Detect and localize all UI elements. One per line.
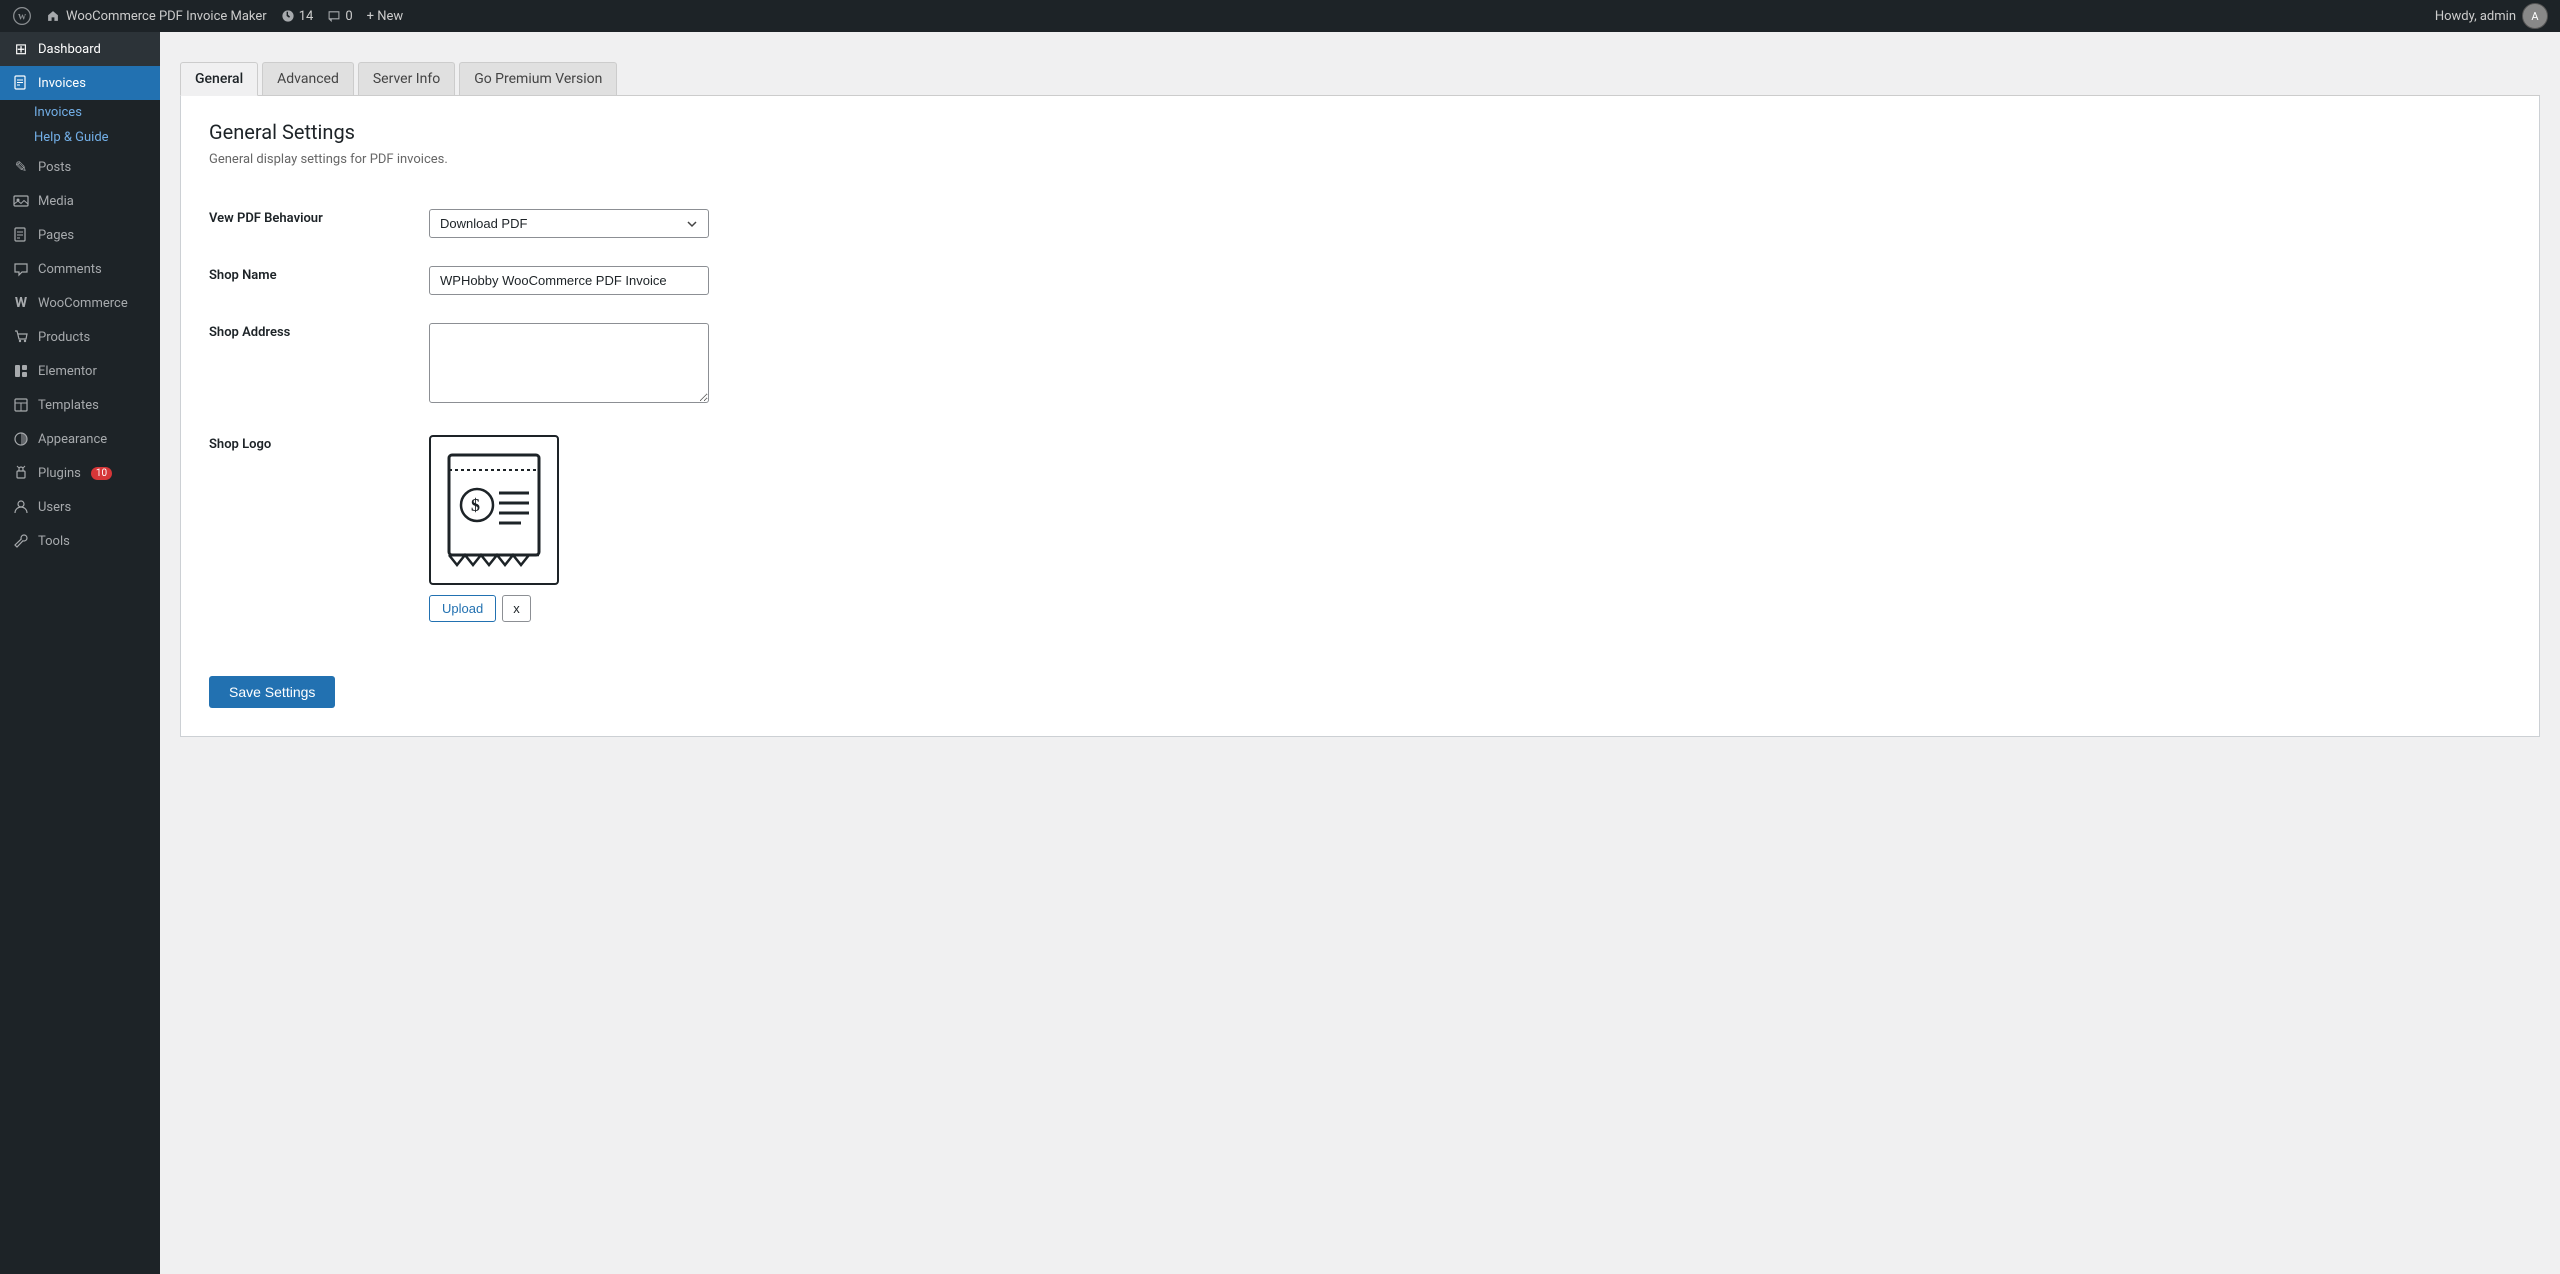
field-view-pdf: Vew PDF Behaviour Download PDFOpen in Br… (209, 195, 2511, 252)
sidebar-item-products[interactable]: Products (0, 320, 160, 354)
main-content: General Advanced Server Info Go Premium … (160, 32, 2560, 1274)
tab-go-premium[interactable]: Go Premium Version (459, 62, 617, 95)
shop-address-input[interactable] (429, 323, 709, 403)
sidebar-item-plugins[interactable]: Plugins 10 (0, 456, 160, 490)
sidebar-item-comments[interactable]: Comments (0, 252, 160, 286)
sidebar-subitem-help[interactable]: Help & Guide (0, 125, 160, 150)
save-section: Save Settings (209, 660, 2511, 712)
view-pdf-select[interactable]: Download PDFOpen in Browser (429, 209, 709, 238)
sidebar-item-templates[interactable]: Templates (0, 388, 160, 422)
logo-buttons: Upload x (429, 595, 2511, 622)
comments-counter[interactable]: 0 (327, 9, 352, 24)
tab-general[interactable]: General (180, 62, 258, 96)
users-icon (12, 498, 30, 516)
tab-server-info[interactable]: Server Info (358, 62, 455, 95)
settings-title: General Settings (209, 120, 2511, 144)
elementor-icon (12, 362, 30, 380)
site-name[interactable]: WooCommerce PDF Invoice Maker (46, 9, 267, 24)
field-shop-name: Shop Name (209, 252, 2511, 309)
plugins-badge: 10 (91, 467, 112, 480)
tools-icon (12, 532, 30, 550)
remove-logo-button[interactable]: x (502, 595, 531, 622)
upload-button[interactable]: Upload (429, 595, 496, 622)
save-settings-button[interactable]: Save Settings (209, 676, 335, 708)
sidebar-item-media[interactable]: Media (0, 184, 160, 218)
sidebar-item-pages[interactable]: Pages (0, 218, 160, 252)
shop-address-label: Shop Address (209, 309, 429, 421)
pages-icon (12, 226, 30, 244)
sidebar-item-users[interactable]: Users (0, 490, 160, 524)
view-pdf-label: Vew PDF Behaviour (209, 195, 429, 252)
admin-user-menu[interactable]: Howdy, admin A (2435, 3, 2548, 29)
admin-sidebar: ⊞ Dashboard Invoices Invoices Help & Gui… (0, 32, 160, 1274)
tab-advanced[interactable]: Advanced (262, 62, 354, 95)
sidebar-item-elementor[interactable]: Elementor (0, 354, 160, 388)
sidebar-item-dashboard[interactable]: ⊞ Dashboard (0, 32, 160, 66)
posts-icon: ✎ (12, 158, 30, 176)
updates-counter[interactable]: 14 (281, 9, 314, 24)
sidebar-item-invoices[interactable]: Invoices (0, 66, 160, 100)
shop-logo-label: Shop Logo (209, 421, 429, 636)
comments-icon (12, 260, 30, 278)
svg-text:$: $ (471, 495, 480, 515)
shop-name-input[interactable] (429, 266, 709, 295)
wp-logo[interactable]: W (12, 6, 32, 26)
settings-form: Vew PDF Behaviour Download PDFOpen in Br… (209, 195, 2511, 636)
field-shop-logo: Shop Logo (209, 421, 2511, 636)
dashboard-icon: ⊞ (12, 40, 30, 58)
shop-name-label: Shop Name (209, 252, 429, 309)
field-shop-address: Shop Address (209, 309, 2511, 421)
media-icon (12, 192, 30, 210)
appearance-icon (12, 430, 30, 448)
logo-preview: $ (429, 435, 559, 585)
sidebar-item-tools[interactable]: Tools (0, 524, 160, 558)
products-icon (12, 328, 30, 346)
tab-bar: General Advanced Server Info Go Premium … (180, 52, 2540, 96)
settings-panel: General Settings General display setting… (180, 96, 2540, 737)
templates-icon (12, 396, 30, 414)
plugins-icon (12, 464, 30, 482)
woocommerce-icon: W (12, 294, 30, 312)
invoices-icon (12, 74, 30, 92)
admin-bar: W WooCommerce PDF Invoice Maker 14 0 + N (0, 0, 2560, 32)
avatar: A (2522, 3, 2548, 29)
sidebar-item-appearance[interactable]: Appearance (0, 422, 160, 456)
settings-description: General display settings for PDF invoice… (209, 152, 2511, 167)
sidebar-subitem-invoices[interactable]: Invoices (0, 100, 160, 125)
sidebar-item-woocommerce[interactable]: W WooCommerce (0, 286, 160, 320)
new-content-button[interactable]: + New (367, 9, 404, 24)
sidebar-item-posts[interactable]: ✎ Posts (0, 150, 160, 184)
svg-text:W: W (18, 12, 27, 21)
